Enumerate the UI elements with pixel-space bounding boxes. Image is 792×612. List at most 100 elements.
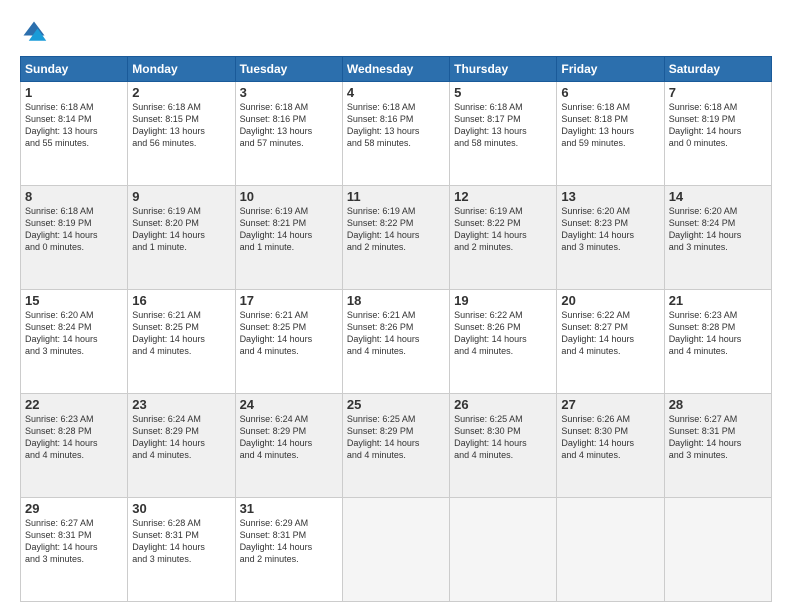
day-info: Sunrise: 6:18 AM Sunset: 8:15 PM Dayligh… <box>132 101 230 150</box>
day-number: 2 <box>132 85 230 100</box>
day-info: Sunrise: 6:24 AM Sunset: 8:29 PM Dayligh… <box>132 413 230 462</box>
calendar-day-cell: 3Sunrise: 6:18 AM Sunset: 8:16 PM Daylig… <box>235 82 342 186</box>
calendar-day-cell: 24Sunrise: 6:24 AM Sunset: 8:29 PM Dayli… <box>235 394 342 498</box>
day-number: 18 <box>347 293 445 308</box>
day-info: Sunrise: 6:25 AM Sunset: 8:29 PM Dayligh… <box>347 413 445 462</box>
calendar-day-cell: 15Sunrise: 6:20 AM Sunset: 8:24 PM Dayli… <box>21 290 128 394</box>
day-number: 3 <box>240 85 338 100</box>
calendar-day-cell: 26Sunrise: 6:25 AM Sunset: 8:30 PM Dayli… <box>450 394 557 498</box>
logo-icon <box>20 18 48 46</box>
calendar-day-cell: 17Sunrise: 6:21 AM Sunset: 8:25 PM Dayli… <box>235 290 342 394</box>
day-number: 14 <box>669 189 767 204</box>
calendar-day-cell: 8Sunrise: 6:18 AM Sunset: 8:19 PM Daylig… <box>21 186 128 290</box>
day-number: 19 <box>454 293 552 308</box>
page: SundayMondayTuesdayWednesdayThursdayFrid… <box>0 0 792 612</box>
calendar-day-cell: 28Sunrise: 6:27 AM Sunset: 8:31 PM Dayli… <box>664 394 771 498</box>
day-header-sunday: Sunday <box>21 57 128 82</box>
calendar-week-row: 8Sunrise: 6:18 AM Sunset: 8:19 PM Daylig… <box>21 186 772 290</box>
day-number: 23 <box>132 397 230 412</box>
calendar-day-cell: 21Sunrise: 6:23 AM Sunset: 8:28 PM Dayli… <box>664 290 771 394</box>
day-info: Sunrise: 6:18 AM Sunset: 8:19 PM Dayligh… <box>669 101 767 150</box>
day-number: 30 <box>132 501 230 516</box>
calendar-day-cell: 7Sunrise: 6:18 AM Sunset: 8:19 PM Daylig… <box>664 82 771 186</box>
day-number: 1 <box>25 85 123 100</box>
day-info: Sunrise: 6:21 AM Sunset: 8:26 PM Dayligh… <box>347 309 445 358</box>
day-info: Sunrise: 6:20 AM Sunset: 8:23 PM Dayligh… <box>561 205 659 254</box>
calendar-day-cell: 12Sunrise: 6:19 AM Sunset: 8:22 PM Dayli… <box>450 186 557 290</box>
calendar-week-row: 22Sunrise: 6:23 AM Sunset: 8:28 PM Dayli… <box>21 394 772 498</box>
day-info: Sunrise: 6:18 AM Sunset: 8:17 PM Dayligh… <box>454 101 552 150</box>
calendar-day-cell: 25Sunrise: 6:25 AM Sunset: 8:29 PM Dayli… <box>342 394 449 498</box>
calendar-day-cell: 18Sunrise: 6:21 AM Sunset: 8:26 PM Dayli… <box>342 290 449 394</box>
calendar-day-cell: 9Sunrise: 6:19 AM Sunset: 8:20 PM Daylig… <box>128 186 235 290</box>
calendar-day-cell: 23Sunrise: 6:24 AM Sunset: 8:29 PM Dayli… <box>128 394 235 498</box>
day-info: Sunrise: 6:20 AM Sunset: 8:24 PM Dayligh… <box>25 309 123 358</box>
day-info: Sunrise: 6:27 AM Sunset: 8:31 PM Dayligh… <box>25 517 123 566</box>
day-info: Sunrise: 6:23 AM Sunset: 8:28 PM Dayligh… <box>669 309 767 358</box>
day-info: Sunrise: 6:26 AM Sunset: 8:30 PM Dayligh… <box>561 413 659 462</box>
day-number: 17 <box>240 293 338 308</box>
day-number: 22 <box>25 397 123 412</box>
calendar-day-cell <box>450 498 557 602</box>
day-number: 4 <box>347 85 445 100</box>
day-info: Sunrise: 6:19 AM Sunset: 8:20 PM Dayligh… <box>132 205 230 254</box>
day-info: Sunrise: 6:21 AM Sunset: 8:25 PM Dayligh… <box>240 309 338 358</box>
day-number: 26 <box>454 397 552 412</box>
calendar-day-cell <box>557 498 664 602</box>
calendar-day-cell: 6Sunrise: 6:18 AM Sunset: 8:18 PM Daylig… <box>557 82 664 186</box>
day-info: Sunrise: 6:23 AM Sunset: 8:28 PM Dayligh… <box>25 413 123 462</box>
day-info: Sunrise: 6:29 AM Sunset: 8:31 PM Dayligh… <box>240 517 338 566</box>
calendar-day-cell: 11Sunrise: 6:19 AM Sunset: 8:22 PM Dayli… <box>342 186 449 290</box>
day-number: 15 <box>25 293 123 308</box>
day-number: 27 <box>561 397 659 412</box>
calendar-day-cell <box>664 498 771 602</box>
day-number: 5 <box>454 85 552 100</box>
day-number: 13 <box>561 189 659 204</box>
calendar-day-cell: 16Sunrise: 6:21 AM Sunset: 8:25 PM Dayli… <box>128 290 235 394</box>
day-info: Sunrise: 6:20 AM Sunset: 8:24 PM Dayligh… <box>669 205 767 254</box>
day-number: 29 <box>25 501 123 516</box>
day-header-thursday: Thursday <box>450 57 557 82</box>
day-info: Sunrise: 6:24 AM Sunset: 8:29 PM Dayligh… <box>240 413 338 462</box>
day-header-tuesday: Tuesday <box>235 57 342 82</box>
day-number: 12 <box>454 189 552 204</box>
calendar-day-cell: 2Sunrise: 6:18 AM Sunset: 8:15 PM Daylig… <box>128 82 235 186</box>
day-number: 9 <box>132 189 230 204</box>
day-number: 20 <box>561 293 659 308</box>
calendar-day-cell: 31Sunrise: 6:29 AM Sunset: 8:31 PM Dayli… <box>235 498 342 602</box>
calendar-day-cell: 22Sunrise: 6:23 AM Sunset: 8:28 PM Dayli… <box>21 394 128 498</box>
header <box>20 18 772 46</box>
calendar-day-cell <box>342 498 449 602</box>
day-header-saturday: Saturday <box>664 57 771 82</box>
day-info: Sunrise: 6:18 AM Sunset: 8:18 PM Dayligh… <box>561 101 659 150</box>
day-number: 21 <box>669 293 767 308</box>
day-info: Sunrise: 6:18 AM Sunset: 8:19 PM Dayligh… <box>25 205 123 254</box>
calendar-day-cell: 27Sunrise: 6:26 AM Sunset: 8:30 PM Dayli… <box>557 394 664 498</box>
day-number: 31 <box>240 501 338 516</box>
day-info: Sunrise: 6:22 AM Sunset: 8:26 PM Dayligh… <box>454 309 552 358</box>
day-info: Sunrise: 6:27 AM Sunset: 8:31 PM Dayligh… <box>669 413 767 462</box>
day-info: Sunrise: 6:19 AM Sunset: 8:22 PM Dayligh… <box>347 205 445 254</box>
calendar-day-cell: 10Sunrise: 6:19 AM Sunset: 8:21 PM Dayli… <box>235 186 342 290</box>
calendar-day-cell: 13Sunrise: 6:20 AM Sunset: 8:23 PM Dayli… <box>557 186 664 290</box>
day-header-monday: Monday <box>128 57 235 82</box>
logo <box>20 18 52 46</box>
day-number: 8 <box>25 189 123 204</box>
calendar-day-cell: 30Sunrise: 6:28 AM Sunset: 8:31 PM Dayli… <box>128 498 235 602</box>
day-info: Sunrise: 6:18 AM Sunset: 8:16 PM Dayligh… <box>240 101 338 150</box>
calendar-day-cell: 5Sunrise: 6:18 AM Sunset: 8:17 PM Daylig… <box>450 82 557 186</box>
day-info: Sunrise: 6:22 AM Sunset: 8:27 PM Dayligh… <box>561 309 659 358</box>
day-info: Sunrise: 6:25 AM Sunset: 8:30 PM Dayligh… <box>454 413 552 462</box>
day-info: Sunrise: 6:19 AM Sunset: 8:22 PM Dayligh… <box>454 205 552 254</box>
day-info: Sunrise: 6:19 AM Sunset: 8:21 PM Dayligh… <box>240 205 338 254</box>
calendar-header-row: SundayMondayTuesdayWednesdayThursdayFrid… <box>21 57 772 82</box>
calendar-day-cell: 20Sunrise: 6:22 AM Sunset: 8:27 PM Dayli… <box>557 290 664 394</box>
calendar-day-cell: 29Sunrise: 6:27 AM Sunset: 8:31 PM Dayli… <box>21 498 128 602</box>
day-info: Sunrise: 6:21 AM Sunset: 8:25 PM Dayligh… <box>132 309 230 358</box>
day-number: 24 <box>240 397 338 412</box>
calendar-week-row: 1Sunrise: 6:18 AM Sunset: 8:14 PM Daylig… <box>21 82 772 186</box>
day-info: Sunrise: 6:18 AM Sunset: 8:14 PM Dayligh… <box>25 101 123 150</box>
calendar-week-row: 29Sunrise: 6:27 AM Sunset: 8:31 PM Dayli… <box>21 498 772 602</box>
calendar-day-cell: 4Sunrise: 6:18 AM Sunset: 8:16 PM Daylig… <box>342 82 449 186</box>
day-number: 16 <box>132 293 230 308</box>
